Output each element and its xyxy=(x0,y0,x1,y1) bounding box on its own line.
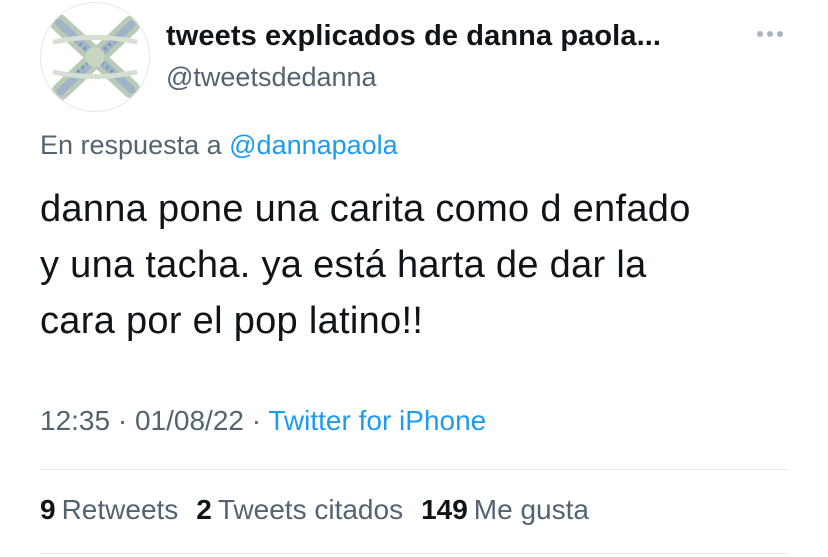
likes-stat[interactable]: 149 Me gusta xyxy=(421,494,589,526)
meta-separator: · xyxy=(117,405,128,436)
tweet-time[interactable]: 12:35 xyxy=(40,405,110,436)
reply-mention-link[interactable]: @dannapaola xyxy=(229,130,398,160)
retweets-count: 9 xyxy=(40,494,56,525)
tweet-text-line: danna pone una carita como d enfado xyxy=(40,188,691,230)
reply-context: En respuesta a @dannapaola xyxy=(40,130,398,161)
tweet-date[interactable]: 01/08/22 xyxy=(135,405,244,436)
quote-tweets-count: 2 xyxy=(196,494,212,525)
avatar-image xyxy=(41,3,149,111)
likes-count: 149 xyxy=(421,494,468,525)
meta-separator: · xyxy=(251,405,262,436)
likes-label: Me gusta xyxy=(473,494,589,525)
more-dot xyxy=(757,31,763,37)
quote-tweets-stat[interactable]: 2 Tweets citados xyxy=(196,494,403,526)
author-handle[interactable]: @tweetsdedanna xyxy=(166,62,377,93)
more-dot xyxy=(777,31,783,37)
avatar[interactable] xyxy=(40,2,150,112)
retweets-label: Retweets xyxy=(61,494,179,525)
engagement-stats: 9 Retweets 2 Tweets citados 149 Me gusta xyxy=(40,494,589,526)
tweet-metadata: 12:35 · 01/08/22 · Twitter for iPhone xyxy=(40,405,486,437)
author-display-name[interactable]: tweets explicados de danna paola... xyxy=(166,20,661,53)
tweet-source-link[interactable]: Twitter for iPhone xyxy=(268,405,486,436)
divider xyxy=(40,469,788,470)
retweets-stat[interactable]: 9 Retweets xyxy=(40,494,178,526)
more-options-icon[interactable] xyxy=(752,20,788,48)
tweet-text-line: y una tacha. ya está harta de dar la xyxy=(40,244,647,286)
quote-tweets-label: Tweets citados xyxy=(217,494,404,525)
divider xyxy=(40,553,788,554)
tweet-text: danna pone una carita como d enfado y un… xyxy=(40,181,810,349)
more-dot xyxy=(767,31,773,37)
reply-prefix: En respuesta a xyxy=(40,130,222,160)
tweet-text-line: cara por el pop latino!! xyxy=(40,300,424,342)
